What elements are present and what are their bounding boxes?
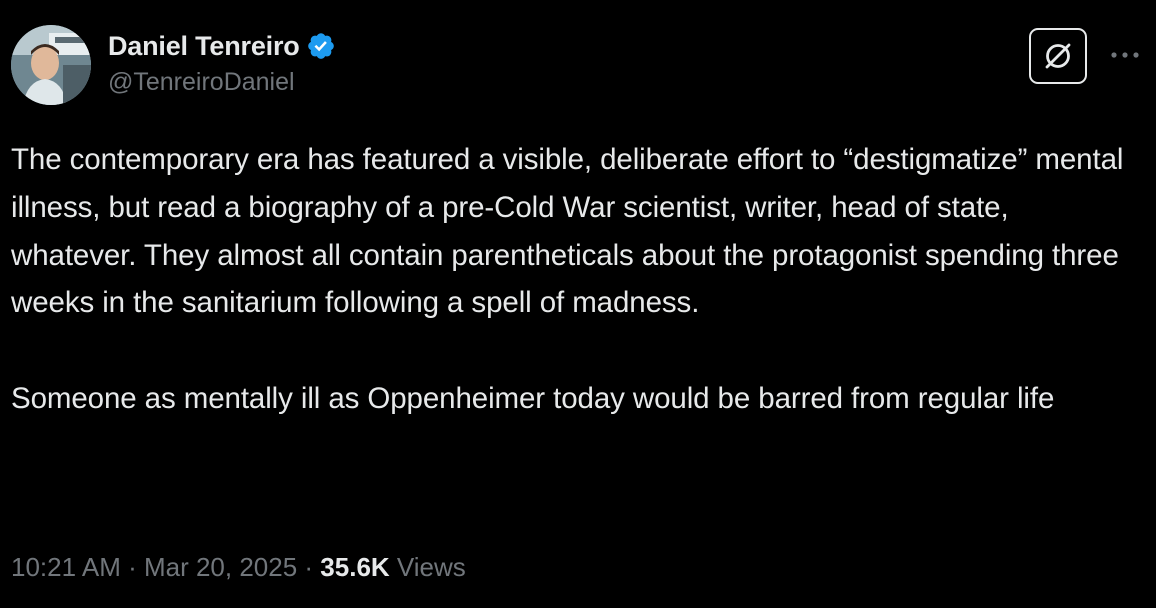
tweet-date[interactable]: Mar 20, 2025 (144, 552, 297, 582)
more-dots-icon (1111, 52, 1139, 58)
avatar[interactable] (11, 25, 91, 105)
tweet-card: Daniel Tenreiro @TenreiroDaniel The cont… (0, 0, 1156, 608)
tweet-text: The contemporary era has featured a visi… (11, 136, 1131, 423)
tweet-paragraph: The contemporary era has featured a visi… (11, 143, 1124, 320)
grok-button[interactable] (1029, 28, 1087, 84)
tweet-meta: 10:21 AM · Mar 20, 2025 · 35.6K Views (11, 552, 466, 583)
display-name[interactable]: Daniel Tenreiro (108, 31, 300, 62)
user-handle[interactable]: @TenreiroDaniel (108, 68, 336, 97)
verified-badge-icon[interactable] (306, 31, 336, 61)
grok-icon (1045, 43, 1071, 69)
more-options-button[interactable] (1108, 40, 1142, 70)
views-count: 35.6K (320, 552, 390, 582)
meta-separator: · (120, 552, 144, 582)
tweet-paragraph: Someone as mentally ill as Oppenheimer t… (11, 381, 1055, 415)
meta-separator: · (297, 552, 321, 582)
tweet-time[interactable]: 10:21 AM (11, 552, 121, 582)
author-block: Daniel Tenreiro @TenreiroDaniel (108, 28, 336, 97)
name-row: Daniel Tenreiro (108, 28, 336, 64)
avatar-photo (11, 25, 91, 105)
views-label: Views (389, 552, 466, 582)
